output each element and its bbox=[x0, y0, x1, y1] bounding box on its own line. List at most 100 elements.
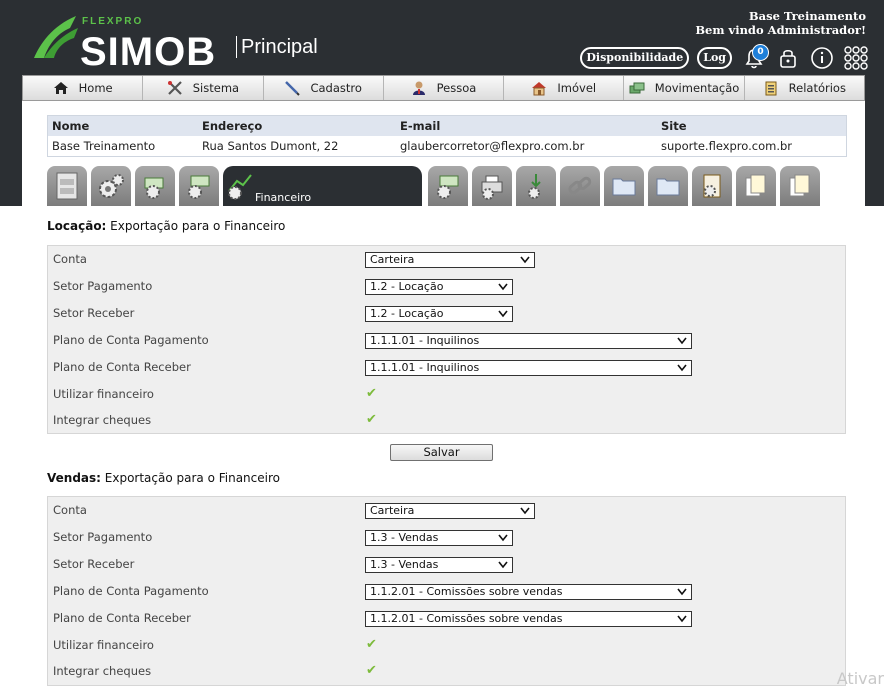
notifications-button[interactable]: 0 bbox=[740, 44, 769, 72]
select-value: Carteira bbox=[370, 504, 415, 517]
log-button[interactable]: Log bbox=[697, 47, 732, 69]
nav-movimentacao[interactable]: Movimentação bbox=[624, 76, 745, 100]
locacao-conta-select[interactable]: Carteira bbox=[365, 252, 535, 268]
disponibilidade-button[interactable]: Disponibilidade bbox=[580, 47, 690, 69]
label-setor-pagamento: Setor Pagamento bbox=[53, 279, 153, 293]
tab-folder-2[interactable] bbox=[648, 166, 688, 206]
tab-clipboard-config[interactable] bbox=[692, 166, 732, 206]
select-value: Carteira bbox=[370, 253, 415, 266]
vendas-conta-select[interactable]: Carteira bbox=[365, 503, 535, 519]
money-icon bbox=[629, 80, 645, 96]
tab-financeiro[interactable]: Financeiro bbox=[223, 166, 422, 206]
company-email-cell: glaubercorretor@flexpro.com.br bbox=[400, 139, 585, 153]
integrar-cheques-check-icon[interactable]: ✔ bbox=[366, 663, 377, 678]
simob-logo[interactable]: FLEXPRO SIMOB Principal bbox=[30, 14, 350, 74]
chevron-down-icon bbox=[677, 588, 687, 596]
chevron-down-icon bbox=[498, 310, 508, 318]
label-conta: Conta bbox=[53, 503, 87, 517]
locacao-form: Conta Carteira Setor Pagamento 1.2 - Loc… bbox=[47, 245, 846, 434]
folder-icon bbox=[656, 178, 680, 196]
nav-label: Sistema bbox=[192, 81, 240, 95]
tab-folder-1[interactable] bbox=[604, 166, 644, 206]
money-gear-icon bbox=[144, 177, 164, 199]
transfer-icon bbox=[528, 174, 541, 199]
select-value: 1.1.1.01 - Inquilinos bbox=[370, 361, 480, 374]
gear-icon bbox=[99, 174, 124, 198]
notification-badge: 0 bbox=[752, 44, 769, 61]
activation-watermark: Ativar bbox=[836, 669, 884, 688]
tab-documents-2[interactable] bbox=[780, 166, 820, 206]
lock-button[interactable] bbox=[774, 44, 802, 72]
apps-menu-button[interactable] bbox=[842, 44, 870, 72]
nav-pessoa[interactable]: Pessoa bbox=[384, 76, 505, 100]
company-site-cell: suporte.flexpro.com.br bbox=[661, 139, 793, 153]
vendas-setor-pagamento-select[interactable]: 1.3 - Vendas bbox=[365, 530, 513, 546]
nav-label: Pessoa bbox=[436, 81, 477, 95]
nav-sistema[interactable]: Sistema bbox=[143, 76, 264, 100]
vendas-title-rest: Exportação para o Financeiro bbox=[100, 471, 280, 485]
locacao-plano-pagamento-select[interactable]: 1.1.1.01 - Inquilinos bbox=[365, 333, 692, 349]
company-panel: Nome Endereço E-mail Site Base Treinamen… bbox=[22, 101, 865, 206]
tab-cabinet[interactable] bbox=[47, 166, 87, 206]
documents-icon bbox=[745, 174, 766, 197]
tab-money-config[interactable] bbox=[135, 166, 175, 206]
nav-cadastro[interactable]: Cadastro bbox=[264, 76, 384, 100]
clipboard-icon bbox=[763, 80, 779, 96]
chevron-down-icon bbox=[498, 283, 508, 291]
clipboard-gear-icon bbox=[703, 174, 721, 198]
select-value: 1.3 - Vendas bbox=[370, 558, 439, 571]
info-button[interactable] bbox=[808, 44, 836, 72]
house-icon bbox=[531, 80, 547, 96]
chain-link-icon bbox=[568, 176, 592, 194]
tab-transfer[interactable] bbox=[516, 166, 556, 206]
money-gear-icon bbox=[188, 175, 210, 199]
utilizar-financeiro-check-icon[interactable]: ✔ bbox=[366, 637, 377, 652]
brand-simob: SIMOB bbox=[80, 30, 217, 74]
tab-config-1[interactable] bbox=[91, 166, 131, 206]
col-header-nome: Nome bbox=[47, 115, 198, 136]
pencil-icon bbox=[284, 80, 301, 96]
locacao-title-rest: Exportação para o Financeiro bbox=[106, 219, 286, 233]
select-value: 1.1.2.01 - Comissões sobre vendas bbox=[370, 612, 563, 625]
vendas-form: Conta Carteira Setor Pagamento 1.3 - Ven… bbox=[47, 496, 846, 686]
label-setor-pagamento: Setor Pagamento bbox=[53, 530, 153, 544]
lock-icon bbox=[780, 49, 796, 68]
chevron-down-icon bbox=[498, 534, 508, 542]
tab-money-gear-3[interactable] bbox=[428, 166, 468, 206]
utilizar-financeiro-check-icon[interactable]: ✔ bbox=[366, 386, 377, 401]
vendas-plano-receber-select[interactable]: 1.1.2.01 - Comissões sobre vendas bbox=[365, 611, 692, 627]
label-utilizar-financeiro: Utilizar financeiro bbox=[53, 638, 154, 652]
integrar-cheques-check-icon[interactable]: ✔ bbox=[366, 412, 377, 427]
main-nav: Home Sistema Cadastro Pessoa Imóvel Movi… bbox=[22, 75, 865, 101]
vendas-setor-receber-select[interactable]: 1.3 - Vendas bbox=[365, 557, 513, 573]
nav-relatorios[interactable]: Relatórios bbox=[745, 76, 864, 100]
locacao-setor-receber-select[interactable]: 1.2 - Locação bbox=[365, 306, 513, 322]
vendas-plano-pagamento-select[interactable]: 1.1.2.01 - Comissões sobre vendas bbox=[365, 584, 692, 600]
locacao-title-bold: Locação: bbox=[47, 219, 107, 233]
nav-label: Home bbox=[78, 81, 113, 95]
select-value: 1.1.1.01 - Inquilinos bbox=[370, 334, 480, 347]
locacao-setor-pagamento-select[interactable]: 1.2 - Locação bbox=[365, 279, 513, 295]
module-tabs: Financeiro bbox=[47, 166, 867, 206]
nav-home[interactable]: Home bbox=[23, 76, 144, 100]
chevron-down-icon bbox=[677, 337, 687, 345]
nav-imovel[interactable]: Imóvel bbox=[504, 76, 625, 100]
folder-icon bbox=[612, 178, 636, 196]
save-button[interactable]: Salvar bbox=[390, 444, 493, 461]
select-value: 1.1.2.01 - Comissões sobre vendas bbox=[370, 585, 563, 598]
tab-money-config-2[interactable] bbox=[179, 166, 219, 206]
company-name: Base Treinamento bbox=[748, 9, 866, 23]
tab-link[interactable] bbox=[560, 166, 600, 206]
tab-financeiro-label: Financeiro bbox=[255, 190, 312, 204]
tab-documents-1[interactable] bbox=[736, 166, 776, 206]
brand-flexpro: FLEXPRO bbox=[82, 16, 144, 27]
select-value: 1.2 - Locação bbox=[370, 280, 444, 293]
select-value: 1.3 - Vendas bbox=[370, 531, 439, 544]
company-name-cell: Base Treinamento bbox=[52, 139, 156, 153]
locacao-plano-receber-select[interactable]: 1.1.1.01 - Inquilinos bbox=[365, 360, 692, 376]
label-plano-pagamento: Plano de Conta Pagamento bbox=[53, 584, 209, 598]
chevron-down-icon bbox=[677, 615, 687, 623]
documents-icon bbox=[789, 174, 810, 197]
tab-printer[interactable] bbox=[472, 166, 512, 206]
label-integrar-cheques: Integrar cheques bbox=[53, 664, 152, 678]
